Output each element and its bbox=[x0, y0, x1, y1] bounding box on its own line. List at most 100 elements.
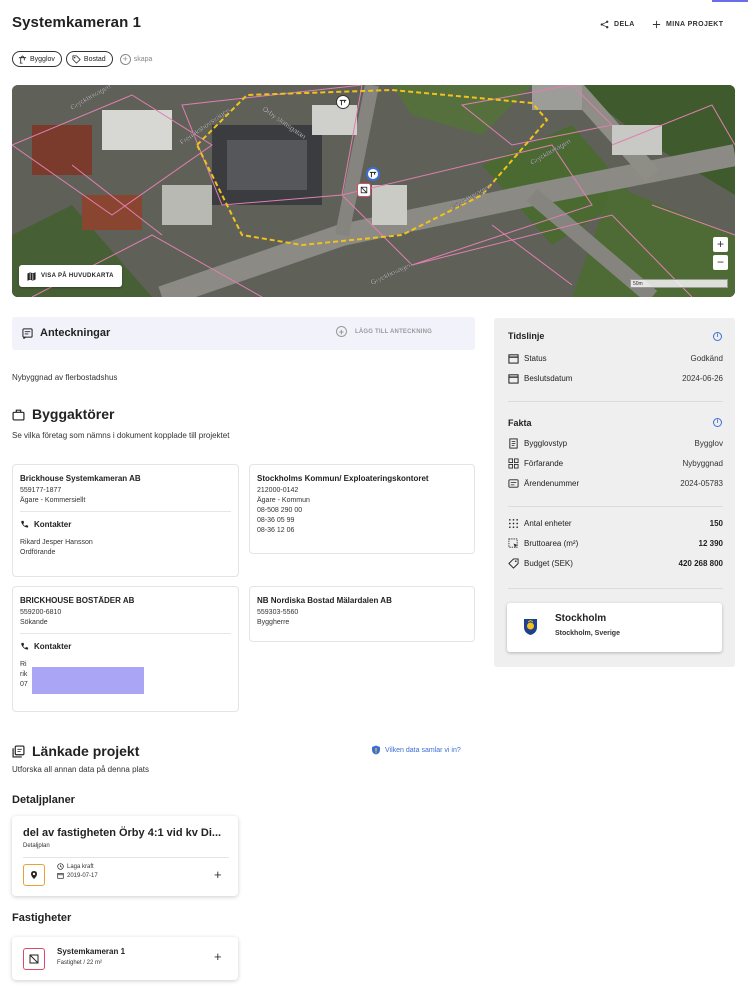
plus-icon bbox=[652, 20, 661, 29]
top-accent-bar bbox=[712, 0, 748, 2]
plan-date-label: 2019-07-17 bbox=[67, 872, 98, 879]
company-name: BRICKHOUSE BOSTÄDER AB bbox=[20, 596, 135, 605]
area-select-icon bbox=[508, 538, 519, 549]
row-value: 2024-06-26 bbox=[682, 374, 723, 383]
plan-status: Laga kraft bbox=[57, 863, 94, 870]
fact-row-permit-type: Bygglovstyp Bygglov bbox=[508, 438, 723, 449]
contacts-label: Kontakter bbox=[34, 520, 72, 529]
metric-row-gross-area: Bruttoarea (m²) 12 390 bbox=[508, 538, 723, 549]
company-name: Brickhouse Systemkameran AB bbox=[20, 474, 141, 483]
company-card[interactable]: NB Nordiska Bostad Mälardalen AB 559303-… bbox=[249, 586, 475, 642]
property-title: Systemkameran 1 bbox=[57, 947, 126, 956]
company-role: Byggherre bbox=[257, 619, 290, 626]
phone-number: 08-36 05 99 bbox=[257, 517, 295, 524]
divider bbox=[508, 588, 723, 589]
add-property-button[interactable]: + bbox=[214, 949, 222, 964]
detail-plan-card[interactable]: del av fastigheten Örby 4:1 vid kv Di...… bbox=[12, 816, 238, 896]
phone-icon bbox=[21, 642, 29, 650]
create-label: skapa bbox=[133, 55, 153, 63]
share-icon bbox=[600, 20, 609, 29]
calendar-icon bbox=[508, 354, 519, 364]
row-value: Godkänd bbox=[690, 354, 723, 363]
add-circle-icon: + bbox=[119, 53, 131, 65]
plan-title: del av fastigheten Örby 4:1 vid kv Di... bbox=[23, 827, 222, 839]
detailplaner-heading: Detaljplaner bbox=[12, 794, 75, 806]
facts-title: Fakta bbox=[508, 418, 532, 428]
plan-date: 2019-07-17 bbox=[57, 872, 98, 879]
company-role: Ägare - Kommun bbox=[257, 497, 310, 504]
contact-role: Ordförande bbox=[20, 549, 56, 556]
fastigheter-heading: Fastigheter bbox=[12, 912, 72, 924]
property-map[interactable]: Gryckbovägen Fredrikshovsvägen Örby slot… bbox=[12, 85, 735, 297]
tag-bostad[interactable]: Bostad bbox=[65, 51, 113, 67]
org-number: 559200-6810 bbox=[20, 609, 62, 616]
my-projects-button[interactable]: MINA PROJEKT bbox=[652, 20, 723, 29]
row-label: Budget (SEK) bbox=[524, 559, 573, 568]
municipality-card[interactable]: Stockholm Stockholm, Sverige bbox=[507, 603, 722, 652]
info-shield-icon bbox=[372, 745, 380, 755]
map-scale: 50m bbox=[630, 279, 728, 288]
phone-number: 08-36 12 06 bbox=[257, 527, 295, 534]
company-card[interactable]: Brickhouse Systemkameran AB 559177-1877 … bbox=[12, 464, 239, 577]
crane-marker-icon[interactable] bbox=[336, 95, 350, 109]
map-pin-icon bbox=[31, 871, 37, 879]
project-marker-icon[interactable] bbox=[366, 167, 380, 181]
company-card[interactable]: Stockholms Kommun/ Exploateringskontoret… bbox=[249, 464, 475, 554]
share-label: DELA bbox=[614, 21, 635, 28]
redaction-overlay bbox=[32, 667, 144, 694]
row-label: Bygglovstyp bbox=[524, 439, 568, 448]
show-on-main-map-label: VISA PÅ HUVUDKARTA bbox=[41, 273, 114, 279]
briefcase-icon bbox=[12, 409, 25, 421]
page-title: Systemkameran 1 bbox=[12, 14, 142, 31]
timeline-title: Tidslinje bbox=[508, 331, 545, 341]
data-collection-label: Vilken data samlar vi in? bbox=[385, 746, 461, 754]
row-value: 150 bbox=[709, 519, 723, 528]
linked-projects-title: Länkade projekt bbox=[32, 743, 140, 759]
map-icon bbox=[27, 271, 36, 281]
divider bbox=[508, 506, 723, 507]
org-number: 212000-0142 bbox=[257, 487, 299, 494]
fact-row-case-number: Ärendenummer 2024-05783 bbox=[508, 478, 723, 489]
add-plan-button[interactable]: + bbox=[214, 867, 222, 882]
property-card[interactable]: Systemkameran 1 Fastighet / 22 m² + bbox=[12, 937, 238, 980]
property-marker-icon[interactable] bbox=[357, 183, 371, 197]
builders-subtitle: Se vilka företag som nämns i dokument ko… bbox=[12, 431, 230, 440]
info-icon[interactable]: i bbox=[713, 332, 722, 341]
create-tag-button[interactable]: + skapa bbox=[119, 53, 153, 65]
municipality-location: Stockholm, Sverige bbox=[555, 630, 620, 637]
notes-title-text: Anteckningar bbox=[40, 327, 111, 339]
fact-row-procedure: Förfarande Nybyggnad bbox=[508, 458, 723, 469]
timeline-row-decision-date: Beslutsdatum 2024-06-26 bbox=[508, 373, 723, 384]
row-value: 2024-05783 bbox=[680, 479, 723, 488]
calendar-icon bbox=[508, 374, 519, 384]
show-on-main-map-button[interactable]: VISA PÅ HUVUDKARTA bbox=[19, 265, 122, 287]
org-number: 559303-5560 bbox=[257, 609, 299, 616]
plan-type: Detaljplan bbox=[23, 843, 50, 849]
contacts-heading: Kontakter bbox=[20, 520, 231, 529]
document-icon bbox=[509, 438, 518, 449]
linked-projects-subtitle: Utforska all annan data på denna plats bbox=[12, 765, 149, 774]
add-circle-icon: + bbox=[336, 326, 347, 337]
tag-bygglov[interactable]: Bygglov bbox=[12, 51, 62, 67]
row-label: Förfarande bbox=[524, 459, 564, 468]
plan-status-label: Laga kraft bbox=[67, 863, 94, 870]
company-role: Ägare - Kommersiellt bbox=[20, 497, 86, 504]
share-button[interactable]: DELA bbox=[600, 20, 635, 29]
add-note-button[interactable]: + LÄGG TILL ANTECKNING bbox=[336, 326, 432, 337]
contact-name: Rikard Jesper Hansson bbox=[20, 539, 93, 546]
row-label: Beslutsdatum bbox=[524, 374, 573, 383]
grid-icon bbox=[508, 458, 519, 469]
timeline-row-status: Status Godkänd bbox=[508, 353, 723, 364]
zoom-out-button[interactable]: − bbox=[713, 255, 728, 270]
id-card-icon bbox=[508, 479, 519, 488]
divider bbox=[508, 401, 723, 402]
data-collection-link[interactable]: Vilken data samlar vi in? bbox=[371, 745, 461, 755]
company-card[interactable]: BRICKHOUSE BOSTÄDER AB 559200-6810 Sökan… bbox=[12, 586, 239, 712]
row-value: 420 268 800 bbox=[678, 559, 724, 568]
row-label: Bruttoarea (m²) bbox=[524, 539, 579, 548]
info-icon[interactable]: i bbox=[713, 418, 722, 427]
zoom-in-button[interactable]: + bbox=[713, 237, 728, 252]
tag-label: Bostad bbox=[83, 55, 106, 63]
clock-icon bbox=[57, 863, 64, 870]
calendar-icon bbox=[57, 873, 64, 879]
